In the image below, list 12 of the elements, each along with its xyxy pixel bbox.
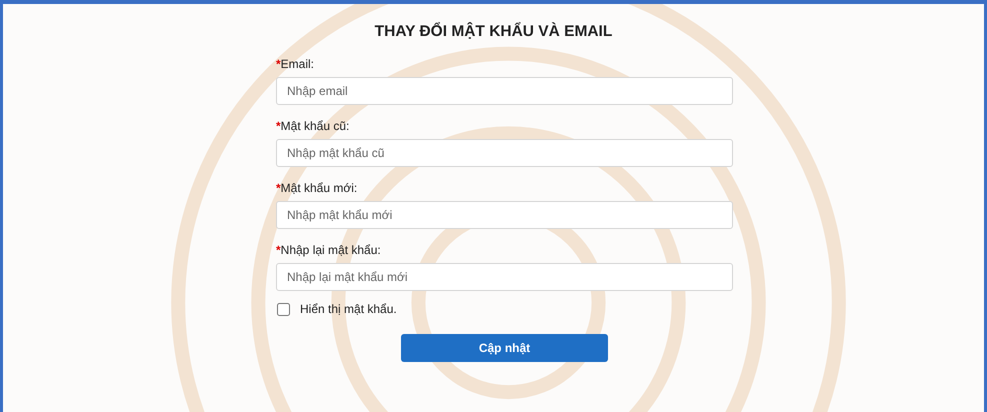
field-label: *Nhập lại mật khẩu:	[276, 243, 382, 259]
input-field[interactable]: Nhập email	[276, 77, 733, 105]
checkbox-label: Hiển thị mật khẩu.	[300, 302, 397, 316]
input-field[interactable]: Nhập mật khẩu mới	[276, 201, 733, 229]
update-button[interactable]: Cập nhật	[401, 334, 608, 362]
input-field[interactable]: Nhập lại mật khẩu mới	[276, 263, 733, 291]
checkbox[interactable]	[277, 302, 290, 316]
field-label: *Email:	[276, 57, 316, 73]
field-label: *Mật khẩu cũ:	[276, 119, 350, 135]
field-label: *Mật khẩu mới:	[276, 181, 358, 197]
input-field[interactable]: Nhập mật khẩu cũ	[276, 139, 733, 167]
form-title: THAY ĐỔI MẬT KHẨU VÀ EMAIL	[374, 23, 614, 41]
